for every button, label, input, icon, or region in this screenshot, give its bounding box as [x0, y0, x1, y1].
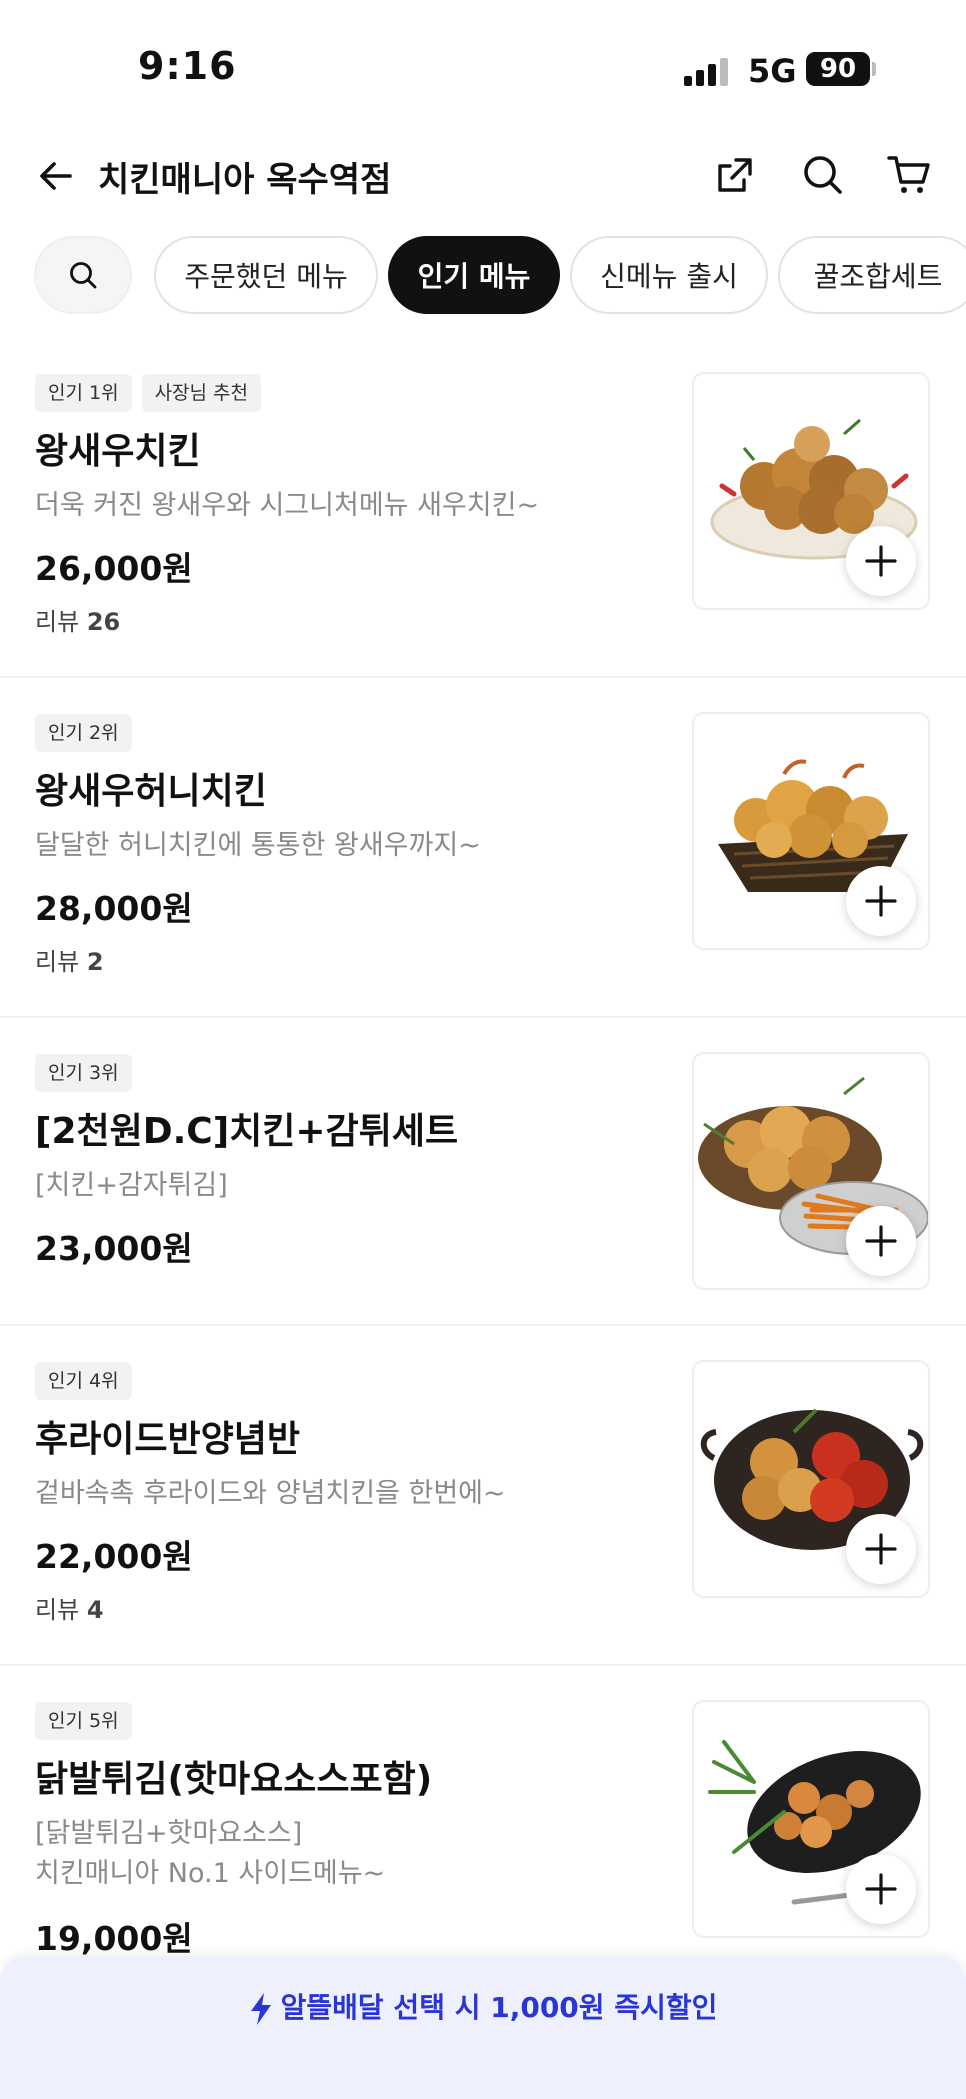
share-icon — [718, 158, 752, 192]
network-type: 5G — [748, 52, 797, 90]
battery-icon: 90 — [806, 52, 870, 86]
plus-icon — [865, 1225, 897, 1257]
owner-pick-badge: 사장님 추천 — [141, 374, 262, 412]
review-count: 4 — [86, 1596, 104, 1624]
rank-badge: 인기 5위 — [35, 1702, 132, 1740]
review-label: 리뷰 — [35, 1596, 80, 1624]
item-name: 닭발튀김(핫마요소스포함) — [35, 1759, 433, 1800]
review-label: 리뷰 — [35, 948, 80, 976]
item-description-line: [닭발튀김+핫마요소스] — [35, 1818, 303, 1849]
menu-list: 인기 1위 사장님 추천 왕새우치킨 더욱 커진 왕새우와 시그니처메뉴 새우치… — [0, 338, 966, 2006]
search-button[interactable] — [794, 146, 852, 204]
share-button[interactable] — [706, 146, 764, 204]
add-to-cart-button[interactable] — [846, 866, 916, 936]
rank-badge: 인기 1위 — [35, 374, 132, 412]
item-review: 리뷰 26 — [35, 602, 120, 637]
battery-level: 90 — [819, 54, 857, 84]
badge-group: 인기 2위 — [35, 714, 132, 752]
promo-suffix: 원 즉시할인 — [578, 1991, 718, 2024]
item-review: 리뷰 2 — [35, 942, 104, 977]
plus-icon — [865, 885, 897, 917]
menu-item[interactable]: 인기 1위 사장님 추천 왕새우치킨 더욱 커진 왕새우와 시그니처메뉴 새우치… — [0, 338, 966, 678]
cart-button[interactable] — [880, 146, 938, 204]
item-description-line: 치킨매니아 No.1 사이드메뉴~ — [35, 1858, 386, 1889]
promo-text: 알뜰배달 선택 시 1,000원 즉시할인 — [0, 1986, 966, 2026]
search-icon — [804, 156, 842, 194]
back-button[interactable] — [32, 148, 80, 204]
menu-item[interactable]: 인기 2위 왕새우허니치킨 달달한 허니치킨에 통통한 왕새우까지~ 28,00… — [0, 678, 966, 1018]
chip-ordered-menu[interactable]: 주문했던 메뉴 — [154, 236, 378, 314]
category-chips: 주문했던 메뉴 인기 메뉴 신메뉴 출시 꿀조합세트 — [0, 236, 966, 316]
item-name: 후라이드반양념반 — [35, 1419, 300, 1460]
search-icon — [70, 262, 97, 289]
plus-icon — [865, 545, 897, 577]
menu-item[interactable]: 인기 3위 [2천원D.C]치킨+감튀세트 [치킨+감자튀김] 23,000원 — [0, 1018, 966, 1326]
add-to-cart-button[interactable] — [846, 526, 916, 596]
review-count: 2 — [86, 948, 104, 976]
rank-badge: 인기 3위 — [35, 1054, 132, 1092]
chip-popular-menu[interactable]: 인기 메뉴 — [388, 236, 560, 314]
badge-group: 인기 5위 — [35, 1702, 132, 1740]
add-to-cart-button[interactable] — [846, 1854, 916, 1924]
review-label: 리뷰 — [35, 608, 80, 636]
item-name: 왕새우치킨 — [35, 431, 201, 472]
badge-group: 인기 4위 — [35, 1362, 132, 1400]
badge-group: 인기 1위 사장님 추천 — [35, 374, 262, 412]
item-description: 달달한 허니치킨에 통통한 왕새우까지~ — [35, 830, 481, 861]
top-app-bar: 치킨매니아 옥수역점 — [0, 140, 966, 240]
item-price: 23,000원 — [35, 1229, 193, 1268]
badge-group: 인기 3위 — [35, 1054, 132, 1092]
status-bar: 9:16 5G 90 — [0, 0, 966, 140]
add-to-cart-button[interactable] — [846, 1206, 916, 1276]
arrow-left-icon — [40, 162, 72, 190]
item-name: 왕새우허니치킨 — [35, 771, 267, 812]
plus-icon — [865, 1873, 897, 1905]
item-description: [닭발튀김+핫마요소스] 치킨매니아 No.1 사이드메뉴~ — [35, 1814, 385, 1894]
menu-item[interactable]: 인기 4위 후라이드반양념반 겉바속촉 후라이드와 양념치킨을 한번에~ 22,… — [0, 1326, 966, 1666]
review-count: 26 — [86, 608, 121, 636]
signal-icon — [684, 56, 732, 86]
item-description: 더욱 커진 왕새우와 시그니처메뉴 새우치킨~ — [35, 490, 540, 521]
menu-item[interactable]: 인기 5위 닭발튀김(핫마요소스포함) [닭발튀김+핫마요소스] 치킨매니아 N… — [0, 1666, 966, 2006]
cart-icon — [887, 156, 930, 193]
page-title: 치킨매니아 옥수역점 — [98, 160, 392, 200]
item-description: [치킨+감자튀김] — [35, 1170, 228, 1201]
rank-badge: 인기 4위 — [35, 1362, 132, 1400]
lightning-icon — [250, 1993, 271, 2025]
item-description: 겉바속촉 후라이드와 양념치킨을 한번에~ — [35, 1478, 506, 1509]
chip-new-menu[interactable]: 신메뉴 출시 — [570, 236, 768, 314]
chip-combo-set[interactable]: 꿀조합세트 — [778, 236, 966, 314]
item-price: 22,000원 — [35, 1537, 193, 1576]
item-price: 28,000원 — [35, 889, 193, 928]
item-name: [2천원D.C]치킨+감튀세트 — [35, 1111, 459, 1152]
battery-cap — [872, 62, 876, 76]
item-price: 19,000원 — [35, 1919, 193, 1958]
add-to-cart-button[interactable] — [846, 1514, 916, 1584]
menu-search-chip[interactable] — [34, 236, 132, 314]
promo-prefix: 알뜰배달 선택 시 — [280, 1991, 491, 2024]
item-price: 26,000원 — [35, 549, 193, 588]
discount-banner[interactable]: 알뜰배달 선택 시 1,000원 즉시할인 — [0, 1956, 966, 2099]
plus-icon — [865, 1533, 897, 1565]
rank-badge: 인기 2위 — [35, 714, 132, 752]
status-time: 9:16 — [138, 44, 237, 88]
item-review: 리뷰 4 — [35, 1590, 104, 1625]
promo-amount: 1,000 — [490, 1991, 579, 2024]
